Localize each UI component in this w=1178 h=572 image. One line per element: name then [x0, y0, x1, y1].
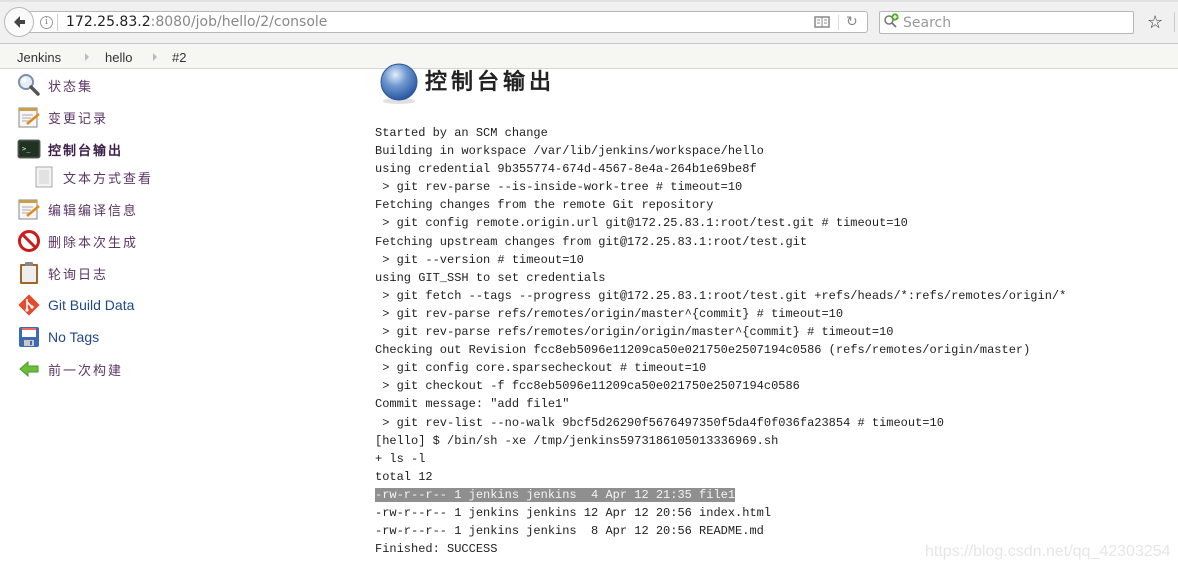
back-arrow-icon [14, 16, 25, 28]
console-line: > git --version # timeout=10 [375, 252, 584, 267]
sidebar-item-changes[interactable]: 变更记录 [17, 105, 108, 129]
selected-text: -rw-r--r-- 1 jenkins jenkins 4 Apr 12 21… [375, 487, 736, 502]
sidebar-item-status[interactable]: 状态集 [17, 73, 93, 97]
notepad-icon [18, 107, 40, 128]
console-output: Started by an SCM change Building in work… [375, 124, 1066, 558]
sidebar-item-label: 轮询日志 [48, 267, 109, 283]
console-line: using GIT_SSH to set credentials [375, 270, 606, 285]
console-line: Checking out Revision fcc8eb5096e11209ca… [375, 343, 1031, 358]
console-line: Building in workspace /var/lib/jenkins/w… [375, 144, 764, 159]
console-line: -rw-r--r-- 1 jenkins jenkins 8 Apr 12 20… [375, 524, 764, 539]
url-path: :8080/job/hello/2/console [150, 14, 328, 30]
console-line: > git rev-parse --is-inside-work-tree # … [375, 180, 743, 195]
site-info-icon[interactable]: i [40, 16, 53, 29]
console-line: [hello] $ /bin/sh -xe /tmp/jenkins597318… [375, 433, 779, 448]
console-line: + ls -l [375, 451, 426, 466]
terminal-icon: >_ [17, 139, 41, 159]
breadcrumb: Jenkins hello #2 [0, 44, 1178, 69]
sidebar-item-console-output[interactable]: >_ 控制台输出 [17, 137, 123, 161]
console-line: > git fetch --tags --progress git@172.25… [375, 288, 1067, 303]
url-host: 172.25.83.2 [66, 14, 151, 30]
svg-text:>_: >_ [22, 145, 31, 153]
green-left-arrow-icon [19, 360, 39, 378]
breadcrumb-arrow-icon[interactable] [153, 53, 157, 61]
back-button[interactable] [4, 7, 34, 37]
console-line: Commit message: "add file1" [375, 397, 570, 412]
search-engine-icon[interactable] [883, 13, 901, 29]
sidebar-item-git-build-data[interactable]: Git Build Data [17, 293, 134, 317]
toolbar-divider [1174, 12, 1175, 32]
magnifier-icon [18, 74, 40, 96]
document-icon [35, 166, 53, 188]
console-line: > git rev-parse refs/remotes/origin/mast… [375, 306, 844, 321]
breadcrumb-build-2[interactable]: #2 [172, 50, 186, 65]
sidebar-item-no-tags[interactable]: No Tags [17, 325, 99, 349]
console-line: -rw-r--r-- 1 jenkins jenkins 4 Apr 12 21… [375, 486, 1066, 504]
sidebar-item-label: 前一次构建 [48, 363, 124, 379]
sidebar-item-label: 文本方式查看 [63, 171, 154, 187]
console-line: Fetching changes from the remote Git rep… [375, 198, 714, 213]
reload-icon[interactable]: ↻ [846, 14, 858, 30]
toolbar-top-border [0, 0, 1178, 2]
sidebar-item-label: 变更记录 [48, 111, 109, 127]
console-line: > git rev-list --no-walk 9bcf5d26290f567… [375, 415, 944, 430]
sidebar-item-previous-build[interactable]: 前一次构建 [17, 357, 123, 381]
sidebar-item-polling-log[interactable]: 轮询日志 [17, 261, 108, 285]
no-entry-icon [18, 230, 40, 252]
notepad-icon [18, 199, 40, 220]
bookmark-star-icon[interactable]: ☆ [1147, 12, 1163, 33]
git-icon [18, 294, 40, 316]
page-title: 控制台输出 [425, 70, 556, 95]
breadcrumb-arrow-icon[interactable] [85, 53, 89, 61]
sidebar-item-label: Git Build Data [48, 297, 135, 313]
sidebar-item-delete-build[interactable]: 删除本次生成 [17, 229, 138, 253]
console-line: using credential 9b355774-674d-4567-8e4a… [375, 162, 757, 177]
sidebar-item-label: 删除本次生成 [48, 235, 139, 251]
url-text[interactable]: 172.25.83.2:8080/job/hello/2/console [66, 14, 327, 30]
breadcrumb-hello[interactable]: hello [105, 50, 132, 65]
console-line: > git config remote.origin.url git@172.2… [375, 216, 908, 231]
clipboard-icon [20, 262, 38, 284]
console-line: > git config core.sparsecheckout # timeo… [375, 361, 707, 376]
sidebar-item-edit-build-info[interactable]: 编辑编译信息 [17, 197, 138, 221]
watermark: https://blog.csdn.net/qq_42303254 [925, 543, 1171, 560]
url-divider-2 [838, 15, 839, 30]
search-placeholder: Search [903, 15, 952, 31]
console-line: -rw-r--r-- 1 jenkins jenkins 12 Apr 12 2… [375, 505, 772, 520]
sidebar-item-label: 控制台输出 [48, 143, 124, 159]
sidebar-item-label: 编辑编译信息 [48, 203, 139, 219]
console-line: total 12 [375, 469, 433, 484]
build-status-ball-icon [380, 63, 418, 104]
breadcrumb-jenkins[interactable]: Jenkins [17, 50, 61, 65]
sidebar-item-view-as-text[interactable]: 文本方式查看 [32, 165, 153, 189]
reader-view-icon[interactable] [814, 16, 830, 28]
console-line: Started by an SCM change [375, 126, 548, 140]
floppy-disk-icon [19, 327, 39, 347]
console-line: > git rev-parse refs/remotes/origin/orig… [375, 325, 894, 340]
console-line: Fetching upstream changes from git@172.2… [375, 234, 808, 249]
sidebar-item-label: 状态集 [48, 79, 94, 95]
console-line: > git checkout -f fcc8eb5096e11209ca50e0… [375, 379, 800, 394]
sidebar-item-label: No Tags [48, 329, 100, 345]
url-divider [57, 14, 58, 31]
